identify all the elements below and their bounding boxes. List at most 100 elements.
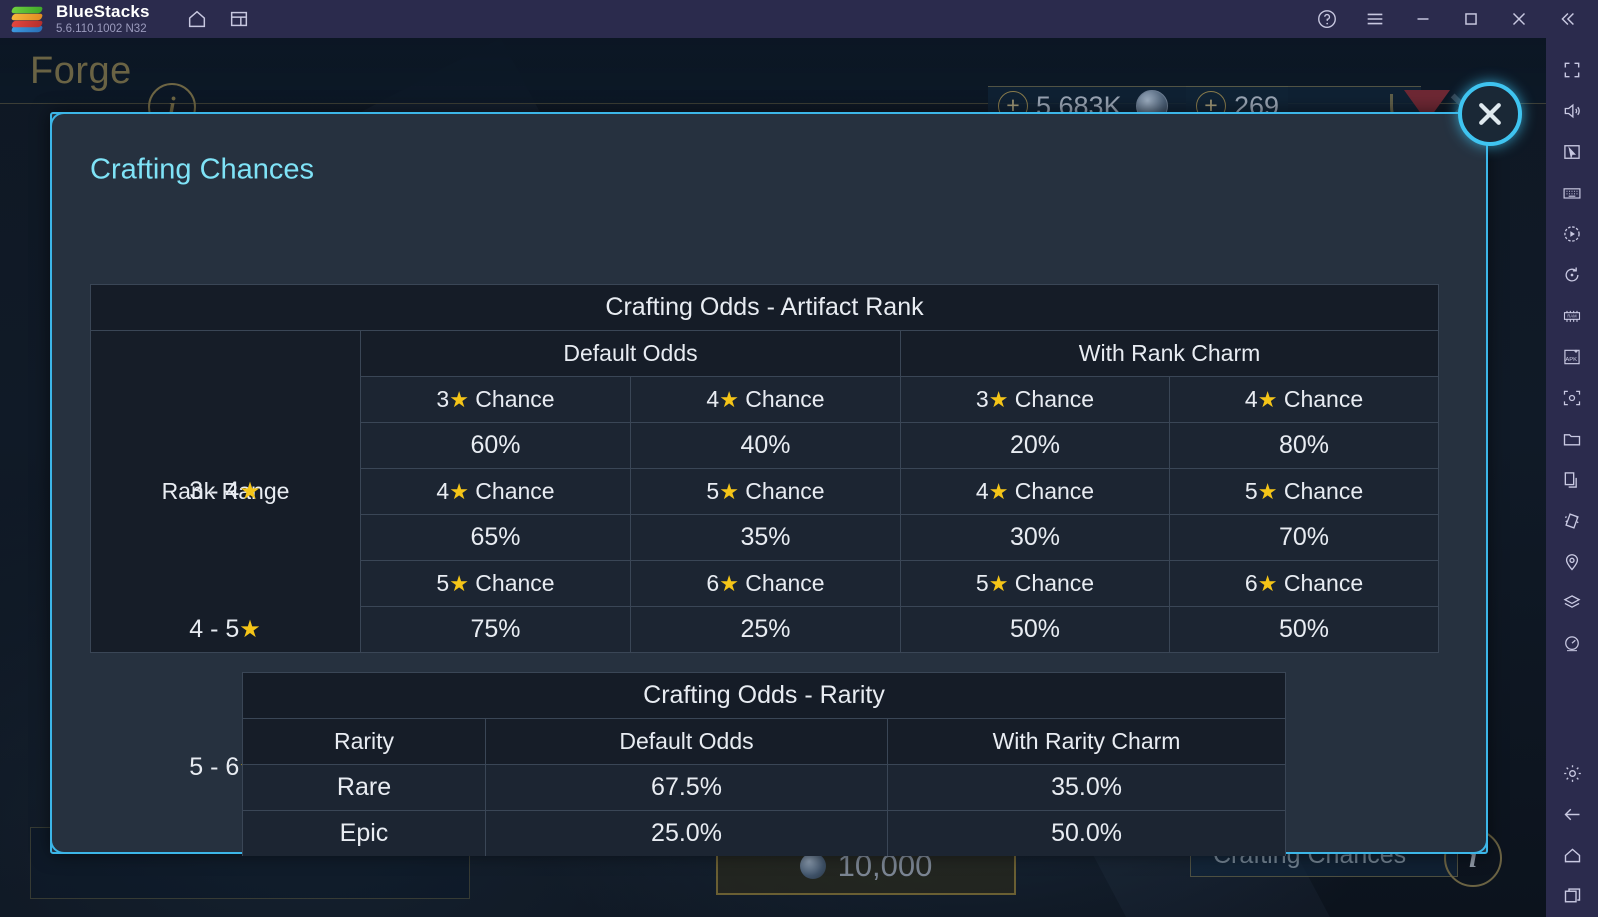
rank-range-text: 5 - 6 — [189, 752, 240, 781]
sub-label: 3★ Chance — [900, 376, 1170, 423]
sub-label: 4★ Chance — [360, 468, 631, 515]
col-header-rank-charm: With Rank Charm — [899, 330, 1440, 377]
cell-value: 20% — [900, 422, 1170, 469]
collapse-icon[interactable] — [1550, 2, 1584, 36]
copy-icon[interactable] — [1552, 460, 1592, 500]
sub-label-num: 4 — [975, 478, 989, 504]
titlebar-right-icons — [1310, 2, 1584, 36]
table-row: Rare 67.5% 35.0% — [242, 764, 1287, 811]
dialog-body: Crafting Odds - Artifact Rank Rank Range… — [52, 204, 1490, 856]
sub-label-rest: Chance — [468, 570, 555, 596]
cell-value: 25% — [630, 606, 901, 653]
table-row: Epic 25.0% 50.0% — [242, 810, 1287, 856]
star-icon: ★ — [449, 571, 469, 596]
keyboard-icon[interactable] — [1552, 173, 1592, 213]
cell-value: 50.0% — [886, 810, 1287, 856]
artifact-rank-table: Crafting Odds - Artifact Rank Rank Range… — [89, 284, 1440, 653]
sub-label-rest: Chance — [1277, 570, 1364, 596]
rotate-icon[interactable] — [1552, 255, 1592, 295]
cell-value: 60% — [360, 422, 631, 469]
sub-label-num: 6 — [1244, 570, 1258, 596]
sub-label: 5★ Chance — [360, 560, 631, 607]
apk-install-icon[interactable]: APK — [1552, 337, 1592, 377]
game-top-bar: Forge i + 5,683K + 269 ✕ — [0, 38, 1546, 146]
sub-label-num: 4 — [1244, 386, 1258, 412]
rarity-name: Epic — [242, 810, 486, 856]
col-header-rarity-charm: With Rarity Charm — [886, 718, 1287, 765]
location-icon[interactable] — [1552, 542, 1592, 582]
table-header-row: Rank Range Default Odds With Rank Charm — [90, 330, 1440, 653]
home-icon[interactable] — [180, 2, 214, 36]
sub-label-rest: Chance — [1277, 386, 1364, 412]
sub-label-rest: Chance — [738, 386, 825, 412]
svg-text:RAM: RAM — [1567, 314, 1577, 319]
game-viewport: Forge i + 5,683K + 269 ✕ 10,000 Crafting… — [0, 38, 1546, 917]
sub-label-num: 4 — [706, 386, 720, 412]
svg-text:APK: APK — [1565, 357, 1577, 363]
home-icon[interactable] — [1552, 835, 1592, 875]
shake-icon[interactable] — [1552, 501, 1592, 541]
star-icon: ★ — [719, 571, 739, 596]
bluestacks-sidebar: RAM APK — [1546, 38, 1598, 917]
star-icon: ★ — [449, 387, 469, 412]
table-title-row: Crafting Odds - Artifact Rank — [89, 284, 1440, 331]
sub-label-rest: Chance — [738, 570, 825, 596]
sub-label-rest: Chance — [468, 478, 555, 504]
multi-instance-icon[interactable] — [222, 2, 256, 36]
titlebar-left-icons — [180, 2, 256, 36]
table-title: Crafting Odds - Artifact Rank — [89, 284, 1440, 331]
sub-label-rest: Chance — [1008, 386, 1095, 412]
sub-label-num: 5 — [436, 570, 450, 596]
sub-label: 4★ Chance — [1168, 376, 1440, 423]
settings-icon[interactable] — [1552, 753, 1592, 793]
bluestacks-titlebar: BlueStacks 5.6.110.1002 N32 — [0, 0, 1598, 38]
folder-icon[interactable] — [1552, 419, 1592, 459]
sub-label: 3★ Chance — [360, 376, 631, 423]
help-icon[interactable] — [1310, 2, 1344, 36]
sub-label-num: 5 — [706, 478, 720, 504]
dialog-corner-decor — [50, 112, 78, 140]
star-icon: ★ — [1257, 479, 1278, 504]
ram-icon[interactable]: RAM — [1552, 296, 1592, 336]
star-icon: ★ — [988, 479, 1009, 504]
star-icon: ★ — [1257, 571, 1278, 596]
recents-icon[interactable] — [1552, 876, 1592, 916]
sub-label: 6★ Chance — [630, 560, 901, 607]
macro-play-icon[interactable] — [1552, 214, 1592, 254]
menu-icon[interactable] — [1358, 2, 1392, 36]
app-version: 5.6.110.1002 N32 — [56, 22, 147, 35]
col-header-default-odds: Default Odds — [360, 330, 901, 377]
cell-value: 80% — [1168, 422, 1440, 469]
coin-icon — [799, 853, 826, 879]
table-title-row: Crafting Odds - Rarity — [241, 672, 1287, 719]
cell-value: 30% — [900, 514, 1170, 561]
cell-value: 65% — [360, 514, 631, 561]
sub-label-num: 3 — [436, 386, 450, 412]
multi-layer-icon[interactable] — [1552, 583, 1592, 623]
bluestacks-brand: BlueStacks 5.6.110.1002 N32 — [56, 3, 150, 35]
sub-label-num: 3 — [975, 386, 989, 412]
app-name: BlueStacks — [56, 2, 150, 22]
cursor-icon[interactable] — [1552, 132, 1592, 172]
volume-icon[interactable] — [1552, 91, 1592, 131]
screenshot-icon[interactable] — [1552, 378, 1592, 418]
sub-label: 4★ Chance — [900, 468, 1170, 515]
cell-value: 40% — [630, 422, 901, 469]
close-icon[interactable] — [1502, 2, 1536, 36]
rarity-name: Rare — [242, 764, 486, 811]
fullscreen-icon[interactable] — [1552, 50, 1592, 90]
sub-label: 5★ Chance — [1168, 468, 1440, 515]
maximize-icon[interactable] — [1454, 2, 1488, 36]
rarity-table: Crafting Odds - Rarity Rarity Default Od… — [241, 672, 1287, 856]
dialog-close-button[interactable] — [1458, 82, 1522, 146]
cell-value: 75% — [360, 606, 631, 653]
back-icon[interactable] — [1552, 794, 1592, 834]
sub-label-rest: Chance — [1277, 478, 1364, 504]
col-header-default-odds: Default Odds — [485, 718, 888, 765]
close-icon — [1479, 103, 1501, 125]
minimize-icon[interactable] — [1406, 2, 1440, 36]
sub-label-num: 5 — [975, 570, 989, 596]
sub-label: 4★ Chance — [630, 376, 901, 423]
performance-icon[interactable] — [1552, 624, 1592, 664]
dialog-title: Crafting Chances — [90, 153, 315, 186]
